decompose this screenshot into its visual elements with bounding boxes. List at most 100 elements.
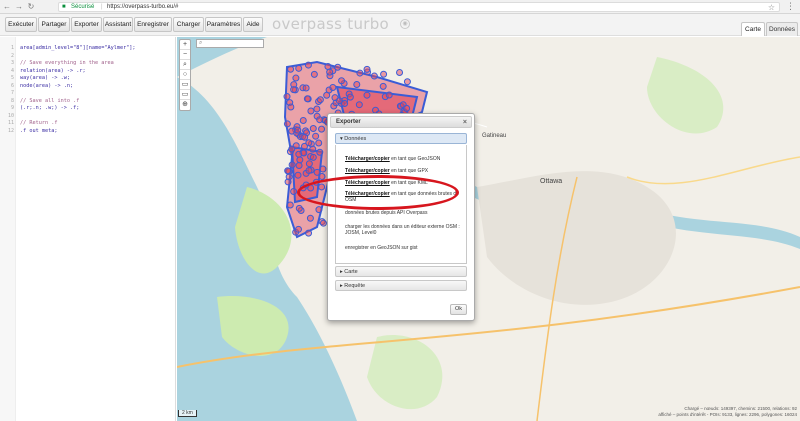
dialog-titlebar: Exporter × — [330, 116, 472, 128]
browser-menu-icon[interactable]: ⋮ — [786, 1, 795, 12]
poi-marker — [302, 84, 310, 92]
export-gpx-item: Télécharger/copier en tant que GPX — [345, 168, 469, 174]
code-line[interactable]: relation(area) -> .r; — [20, 68, 86, 74]
green-area-south — [367, 335, 443, 410]
poi-marker — [288, 161, 296, 169]
poi-marker — [356, 69, 364, 77]
poi-marker — [294, 171, 302, 179]
section-map-header[interactable]: ▸ Carte — [335, 266, 467, 277]
close-icon[interactable]: × — [463, 117, 467, 128]
zoom-in-button[interactable]: + — [180, 40, 190, 50]
poi-marker — [329, 83, 337, 91]
code-line[interactable]: // Save all into .f — [20, 98, 79, 104]
secure-label: Sécurisé — [71, 4, 95, 10]
line-number: 12 — [7, 127, 14, 134]
raw-overpass-item[interactable]: données brutes depuis API Overpass — [345, 210, 469, 216]
stats-displayed: affiché – points d'intérêt - POIs: 9133,… — [658, 412, 797, 417]
section-query-header[interactable]: ▸ Requête — [335, 280, 467, 291]
run-button[interactable]: Exécuter — [5, 17, 37, 32]
bookmark-star-icon[interactable]: ☆ — [768, 3, 775, 12]
address-bar[interactable]: ■ Sécurisé | https://overpass-turbo.eu/#… — [58, 2, 780, 12]
layers-icon[interactable]: ▭ — [180, 90, 190, 100]
poi-marker — [316, 116, 324, 124]
poi-marker — [307, 107, 315, 115]
url-text[interactable]: https://overpass-turbo.eu/# — [107, 4, 178, 10]
export-geojson-item: Télécharger/copier en tant que GeoJSON — [345, 156, 469, 162]
app-toolbar: Exécuter Partager Exporter Assistant Enr… — [0, 14, 800, 36]
save-button[interactable]: Enregistrer — [134, 17, 172, 32]
highlight-annotation-oval — [297, 175, 459, 210]
poi-marker — [295, 150, 303, 158]
gist-item[interactable]: enregistrer en GeoJSON sur gist — [345, 245, 469, 251]
map-controls: + − ⌕ ○ ▭ ▭ ⊕ — [179, 39, 191, 111]
poi-marker — [286, 201, 294, 209]
poi-marker — [294, 126, 302, 134]
export-geojson-link[interactable]: Télécharger/copier — [345, 156, 390, 162]
poi-marker — [363, 91, 371, 99]
poi-marker — [287, 65, 295, 73]
help-button[interactable]: Aide — [243, 17, 263, 32]
settings-button[interactable]: Paramètres — [205, 17, 242, 32]
tab-data[interactable]: Données — [766, 22, 798, 36]
code-line[interactable]: .f out meta; — [20, 128, 57, 134]
reload-icon[interactable]: ↻ — [26, 2, 36, 12]
poi-marker — [305, 229, 313, 237]
poi-marker — [309, 124, 317, 132]
line-number: 6 — [10, 82, 14, 89]
poi-marker — [306, 214, 314, 222]
query-editor[interactable]: 1 area[admin_level="8"][name="Aylmer"]; 2 3… — [0, 37, 176, 421]
poi-marker — [290, 86, 298, 94]
wizard-button[interactable]: Assistant — [103, 17, 133, 32]
tab-map[interactable]: Carte — [741, 22, 765, 36]
line-number: 7 — [10, 90, 14, 96]
poi-marker — [316, 148, 324, 156]
load-button[interactable]: Charger — [173, 17, 204, 32]
poi-marker — [287, 103, 295, 111]
poi-marker — [315, 139, 323, 147]
map-canvas[interactable]: Gatineau Ottawa — [177, 37, 800, 421]
poi-marker — [312, 132, 320, 140]
back-icon[interactable]: ← — [2, 2, 12, 12]
share-button[interactable]: Partager — [38, 17, 70, 32]
fullscreen-icon[interactable]: ⊕ — [180, 100, 190, 110]
map-search-input[interactable]: ⌕ — [196, 39, 264, 48]
poi-marker — [318, 125, 326, 133]
zoom-out-button[interactable]: − — [180, 50, 190, 60]
export-button[interactable]: Exporter — [71, 17, 102, 32]
poi-marker — [319, 219, 327, 227]
green-area-east — [647, 57, 724, 134]
map-view[interactable]: Gatineau Ottawa — [177, 37, 800, 421]
poi-marker — [363, 65, 371, 73]
code-line[interactable]: way(area) -> .w; — [20, 75, 70, 81]
poi-marker — [316, 96, 324, 104]
search-map-icon[interactable]: ⌕ — [180, 60, 190, 70]
poi-marker — [309, 145, 317, 153]
code-line[interactable]: node(area) -> .n; — [20, 83, 73, 89]
poi-marker — [285, 173, 293, 181]
locate-icon[interactable]: ○ — [180, 70, 190, 80]
poi-marker — [319, 165, 327, 173]
ok-button[interactable]: Ok — [450, 304, 467, 315]
external-editor-item[interactable]: charger les données dans un éditeur exte… — [345, 224, 467, 236]
code-line[interactable]: (.r;.n; .w;) -> .f; — [20, 105, 79, 111]
place-label-gatineau: Gatineau — [482, 133, 506, 139]
place-label-ottawa: Ottawa — [540, 178, 562, 185]
map-stats: Chargé – nœuds: 149397, chemins: 21500, … — [658, 406, 797, 418]
line-number: 1 — [10, 45, 14, 51]
poi-marker — [341, 99, 349, 107]
forward-icon[interactable]: → — [14, 2, 24, 12]
section-data-header[interactable]: ▾ Données — [335, 133, 467, 144]
poi-marker — [284, 167, 292, 175]
export-gpx-link[interactable]: Télécharger/copier — [345, 168, 390, 174]
code-line[interactable]: area[admin_level="8"][name="Aylmer"]; — [20, 45, 136, 51]
line-number: 10 — [7, 112, 14, 119]
poi-marker — [288, 145, 296, 153]
poi-marker — [283, 93, 291, 101]
code-line[interactable]: // Save everything in the area — [20, 60, 114, 66]
search-icon: ⌕ — [199, 40, 203, 46]
code-line[interactable]: // Return .f — [20, 120, 57, 126]
poi-marker — [295, 162, 303, 170]
zoom-to-data-icon[interactable]: ▭ — [180, 80, 190, 90]
line-number: 9 — [10, 105, 14, 111]
url-separator: | — [101, 4, 103, 10]
